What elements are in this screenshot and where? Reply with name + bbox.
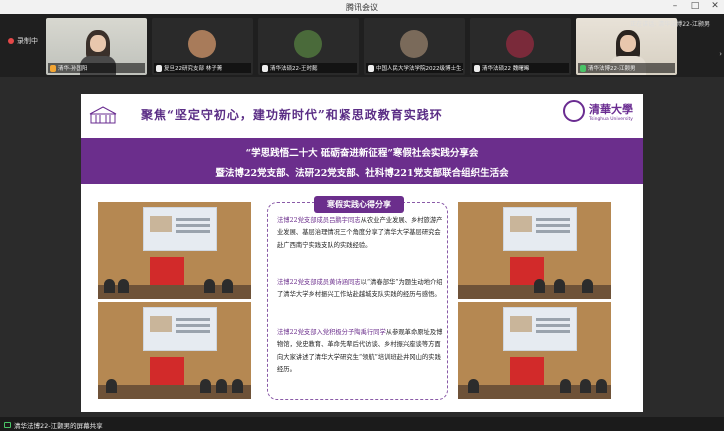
building-logo-icon xyxy=(89,106,117,124)
window-title: 腾讯会议 xyxy=(346,3,378,12)
slide-header: 聚焦“坚定守初心，建功新时代”和紧思政教育实践环 清華大學 Tsinghua U… xyxy=(81,94,643,134)
slide-title-line1: “学思践悟二十大 砥砺奋进新征程”寒假社会实践分享会 xyxy=(245,148,479,159)
participant-nametag: 清华法硕22-王时懿 xyxy=(260,63,357,73)
screen-share-indicator[interactable]: 清华法博22-江颢男的屏幕共享 xyxy=(4,420,103,430)
logo-name: 清華大學 xyxy=(589,102,633,116)
participant-video xyxy=(610,30,646,75)
mic-icon xyxy=(262,64,268,72)
recording-label: 录制中 xyxy=(17,37,38,45)
speaking-indicator: 正在讲话: 清华法博22-江颢男 xyxy=(630,21,710,28)
participant-tile[interactable]: 清华法硕22 魏曙晞 xyxy=(470,18,571,75)
mic-icon xyxy=(368,64,374,72)
shared-slide: 聚焦“坚定守初心，建功新时代”和紧思政教育实践环 清華大學 Tsinghua U… xyxy=(81,94,643,412)
participant-name: 清华-孙国阳 xyxy=(58,66,88,72)
avatar xyxy=(188,30,216,58)
participant-name: 清华法硕22 魏曙晞 xyxy=(482,66,530,72)
participant-nametag: 清华法硕22 魏曙晞 xyxy=(472,63,569,73)
participant-nametag: 复旦22研究支部 林子菁 xyxy=(154,63,251,73)
participant-tile[interactable]: 清华-孙国阳 xyxy=(46,18,147,75)
slide-title-bar: “学思践悟二十大 砥砺奋进新征程”寒假社会实践分享会 暨法博22党支部、法研22… xyxy=(81,138,643,184)
slide-title-line2: 暨法博22党支部、法研22党支部、社科博221党支部联合组织生活会 xyxy=(215,168,509,179)
paragraph-3: 法博22党支部入党积极分子陶禹行同学从参观革命原址及博物馆，党史教育、革命先辈后… xyxy=(277,327,443,377)
participant-tile[interactable]: 清华法硕22-王时懿 xyxy=(258,18,359,75)
seal-icon xyxy=(563,100,585,122)
recording-indicator[interactable]: 录制中 xyxy=(8,36,38,46)
mic-icon xyxy=(580,64,586,72)
screen-share-bar: 清华法博22-江颢男的屏幕共享 xyxy=(0,417,724,431)
event-photo xyxy=(458,202,611,299)
chevron-right-icon[interactable]: › xyxy=(719,50,722,58)
record-dot-icon xyxy=(8,38,14,44)
shared-screen-stage: 聚焦“坚定守初心，建功新时代”和紧思政教育实践环 清華大學 Tsinghua U… xyxy=(0,77,724,417)
screen-share-label: 清华法博22-江颢男的屏幕共享 xyxy=(14,422,103,430)
mic-icon xyxy=(50,64,56,72)
participant-nametag: 清华法博22-江颢男 xyxy=(578,63,675,73)
event-photo xyxy=(98,202,251,299)
participant-name: 中国人民大学法学院2022级博士生... xyxy=(376,66,463,72)
window-titlebar: 腾讯会议 – □ ✕ xyxy=(0,0,724,14)
participant-name: 清华法硕22-王时懿 xyxy=(270,66,318,72)
participant-video xyxy=(80,30,116,75)
participant-name: 清华法博22-江颢男 xyxy=(588,66,636,72)
university-logo: 清華大學 Tsinghua University xyxy=(563,100,633,122)
speaker-name: 法博22党支部成员黄诗涵同志 xyxy=(277,279,361,286)
avatar xyxy=(294,30,322,58)
minimize-icon[interactable]: – xyxy=(670,1,680,11)
event-photo xyxy=(98,302,251,399)
event-photo xyxy=(458,302,611,399)
avatar xyxy=(400,30,428,58)
participant-tile[interactable]: 中国人民大学法学院2022级博士生... xyxy=(364,18,465,75)
speaker-name: 法博22党支部成员吕鹏宇同志 xyxy=(277,217,361,224)
participant-strip: 录制中 清华-孙国阳 复旦22研究支部 林子菁 清华法硕22-王时懿 中国人民大… xyxy=(0,14,724,77)
speaker-name: 法博22党支部入党积极分子陶禹行同学 xyxy=(277,329,386,336)
avatar xyxy=(506,30,534,58)
mic-icon xyxy=(474,64,480,72)
window-controls: – □ ✕ xyxy=(670,1,720,11)
paragraph-1: 法博22党支部成员吕鹏宇同志从农业产业发展、乡村旅游产业发展、基层治理情况三个角… xyxy=(277,215,443,252)
experience-share-box: 寒假实践心得分享 法博22党支部成员吕鹏宇同志从农业产业发展、乡村旅游产业发展、… xyxy=(267,196,448,400)
maximize-icon[interactable]: □ xyxy=(690,1,700,11)
close-icon[interactable]: ✕ xyxy=(710,1,720,11)
screen-share-icon xyxy=(4,422,11,428)
participant-nametag: 清华-孙国阳 xyxy=(48,63,145,73)
box-title: 寒假实践心得分享 xyxy=(314,196,404,213)
paragraph-2: 法博22党支部成员黄诗涵同志以“清春部华”为题生动地介绍了清华大学乡村振兴工作站… xyxy=(277,277,443,302)
participant-nametag: 中国人民大学法学院2022级博士生... xyxy=(366,63,463,73)
participant-tile[interactable]: 复旦22研究支部 林子菁 xyxy=(152,18,253,75)
participant-name: 复旦22研究支部 林子菁 xyxy=(164,66,223,72)
mic-icon xyxy=(156,64,162,72)
logo-en: Tsinghua University xyxy=(589,116,633,122)
slide-headline: 聚焦“坚定守初心，建功新时代”和紧思政教育实践环 xyxy=(141,108,443,122)
